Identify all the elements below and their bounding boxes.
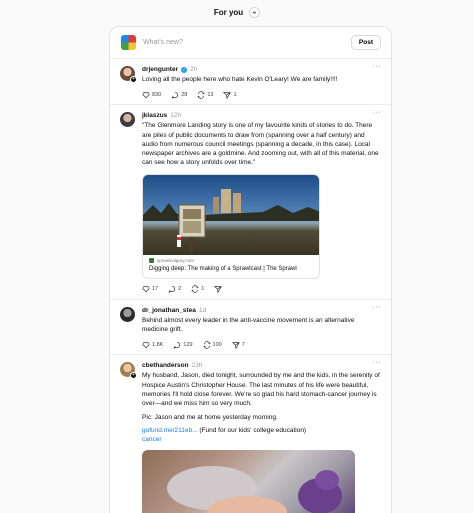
- post-photo[interactable]: [142, 450, 355, 513]
- comment-icon: [171, 91, 179, 99]
- share-count: 7: [241, 341, 245, 348]
- more-options-icon[interactable]: ···: [373, 304, 382, 311]
- chevron-down-icon: [252, 10, 257, 14]
- send-icon: [214, 286, 223, 294]
- post-text: Loving all the people here who hate Kevi…: [142, 76, 338, 83]
- send-icon: [223, 92, 232, 99]
- photo-illustration: [167, 466, 342, 513]
- post: jklaszus 12h "The Glenmore Landing story…: [110, 105, 391, 300]
- link-preview-image: [143, 174, 319, 255]
- reply-count: 28: [181, 91, 188, 98]
- like-count: 1.8K: [152, 341, 164, 348]
- reply-button[interactable]: 28: [171, 91, 187, 99]
- verified-icon: ✓: [181, 66, 188, 73]
- like-button[interactable]: 17: [142, 285, 158, 293]
- post-username[interactable]: drjengunter: [142, 66, 178, 73]
- site-favicon-icon: [149, 257, 154, 263]
- repost-icon: [197, 91, 205, 99]
- avatar[interactable]: [120, 306, 135, 322]
- repost-icon: [202, 341, 211, 349]
- composer: What's new? Post: [110, 27, 391, 59]
- post-text: Behind almost every leader in the anti-v…: [142, 316, 355, 334]
- avatar[interactable]: +: [120, 362, 137, 380]
- post-text: "The Glenmore Landing story is one of my…: [142, 122, 379, 167]
- reply-button[interactable]: 2: [168, 285, 181, 293]
- follow-icon[interactable]: +: [130, 76, 137, 83]
- reply-count: 129: [183, 341, 193, 348]
- post-link-line: gofund.me/211eb... (Fund for our kids' c…: [142, 426, 381, 435]
- post-link-suffix: (Fund for our kids' college education): [197, 426, 307, 434]
- heart-icon: [142, 91, 150, 99]
- send-icon: [231, 342, 240, 349]
- feed-switch-button[interactable]: [249, 6, 261, 18]
- repost-icon: [191, 285, 199, 294]
- repost-count: 13: [207, 91, 214, 98]
- reply-button[interactable]: 129: [173, 341, 193, 349]
- avatar[interactable]: [120, 112, 135, 128]
- avatar[interactable]: +: [120, 66, 137, 83]
- comment-icon: [173, 341, 181, 349]
- like-count: 17: [152, 286, 159, 293]
- post-actions: 830 28 13 1: [142, 90, 381, 99]
- share-button[interactable]: 7: [231, 341, 245, 349]
- like-count: 830: [152, 91, 162, 98]
- post: + drjengunter ✓ 2h Loving all the people…: [110, 59, 391, 106]
- my-avatar[interactable]: [121, 35, 136, 50]
- heart-icon: [142, 286, 150, 293]
- feed-title: For you: [213, 7, 244, 17]
- comment-icon: [168, 286, 176, 293]
- repost-button[interactable]: 1: [191, 285, 205, 294]
- topic-tag[interactable]: cancer: [142, 435, 381, 444]
- more-options-icon[interactable]: ···: [373, 109, 382, 116]
- share-button[interactable]: 1: [223, 91, 237, 99]
- link-domain: sprawlcalgary.com: [157, 257, 194, 263]
- repost-button[interactable]: 13: [197, 91, 213, 99]
- post-username[interactable]: dr_jonathan_stea: [142, 307, 196, 314]
- feed-header: For you: [0, 0, 474, 24]
- like-button[interactable]: 830: [142, 91, 161, 99]
- post-link[interactable]: gofund.me/211eb...: [142, 427, 198, 434]
- like-button[interactable]: 1.8K: [142, 341, 163, 349]
- composer-input[interactable]: What's new?: [143, 39, 351, 46]
- repost-count: 1: [201, 286, 205, 293]
- feed-panel: What's new? Post + drjengunter ✓ 2h Lovi…: [109, 26, 392, 513]
- post-text: My husband, Jason, died tonight, surroun…: [142, 372, 380, 408]
- post-username[interactable]: jklaszus: [142, 112, 167, 119]
- post-time[interactable]: 12h: [170, 112, 181, 119]
- post-text-secondary: Pic: Jason and me at home yesterday morn…: [142, 413, 278, 421]
- post: dr_jonathan_stea 1d Behind almost every …: [110, 300, 391, 356]
- follow-icon[interactable]: +: [130, 372, 137, 380]
- repost-count: 100: [212, 341, 222, 348]
- post-time[interactable]: 1d: [199, 307, 206, 314]
- share-count: 1: [233, 91, 237, 98]
- post-username[interactable]: cbethanderson: [142, 362, 189, 369]
- landscape-illustration: [143, 188, 319, 251]
- share-button[interactable]: [214, 285, 223, 294]
- post: + cbethanderson 23h My husband, Jason, d…: [110, 355, 391, 513]
- post-time[interactable]: 23h: [192, 362, 203, 369]
- link-title: Digging deep: The making of a Sprawlcast…: [149, 265, 297, 272]
- more-options-icon[interactable]: ···: [373, 359, 382, 366]
- heart-icon: [142, 341, 150, 349]
- link-preview-card[interactable]: sprawlcalgary.com Digging deep: The maki…: [142, 173, 320, 279]
- post-actions: 17 2 1: [142, 285, 381, 294]
- post-time[interactable]: 2h: [190, 66, 197, 73]
- repost-button[interactable]: 100: [202, 341, 222, 349]
- more-options-icon[interactable]: ···: [373, 63, 382, 70]
- reply-count: 2: [178, 286, 182, 293]
- post-actions: 1.8K 129 100 7: [142, 340, 381, 349]
- post-button[interactable]: Post: [350, 35, 381, 50]
